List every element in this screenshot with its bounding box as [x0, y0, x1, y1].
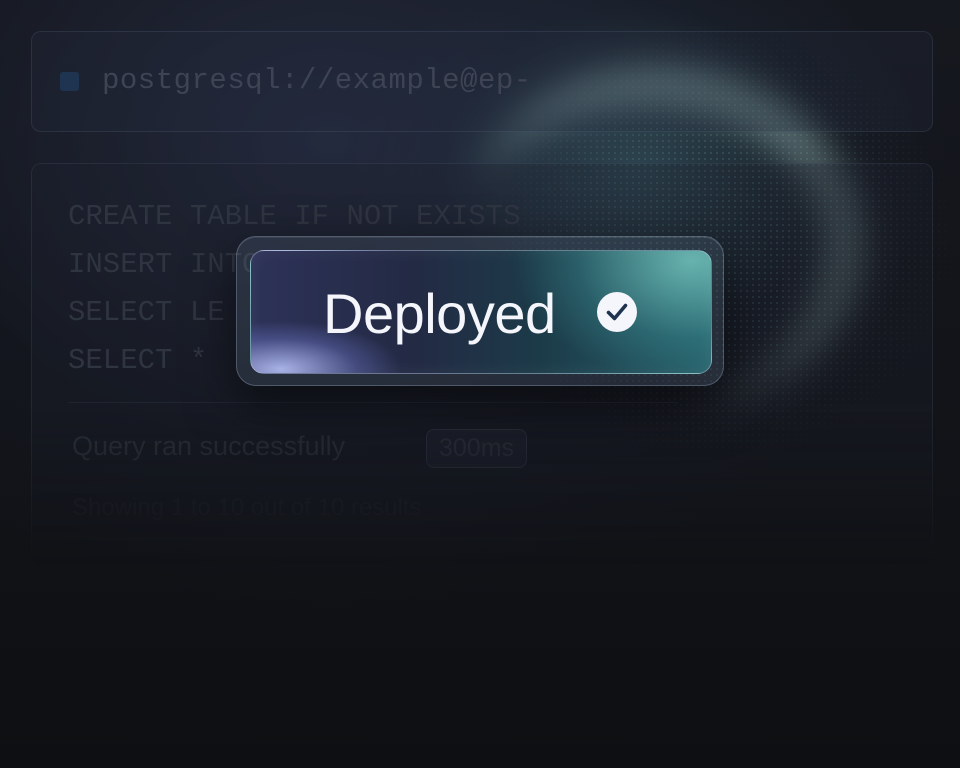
- deployed-toast: Deployed: [236, 236, 724, 386]
- code-line: INSERT INTO: [68, 248, 260, 281]
- deployed-badge: Deployed: [250, 250, 712, 374]
- editor-divider: [68, 402, 678, 403]
- connection-string: postgresql://example@ep-: [102, 64, 532, 97]
- database-icon: [60, 72, 79, 91]
- deployed-label: Deployed: [323, 282, 556, 345]
- query-status: Query ran successfully: [72, 431, 346, 461]
- code-line: CREATE TABLE IF NOT EXISTS: [68, 200, 521, 233]
- duration-badge: 300ms: [426, 429, 528, 468]
- code-line: SELECT LE: [68, 296, 225, 329]
- code-line: SELECT *: [68, 344, 208, 377]
- connection-bar[interactable]: postgresql://example@ep-: [31, 31, 933, 132]
- results-summary: Showing 1 to 10 out of 10 results: [72, 494, 422, 521]
- check-circle-icon: [597, 292, 637, 332]
